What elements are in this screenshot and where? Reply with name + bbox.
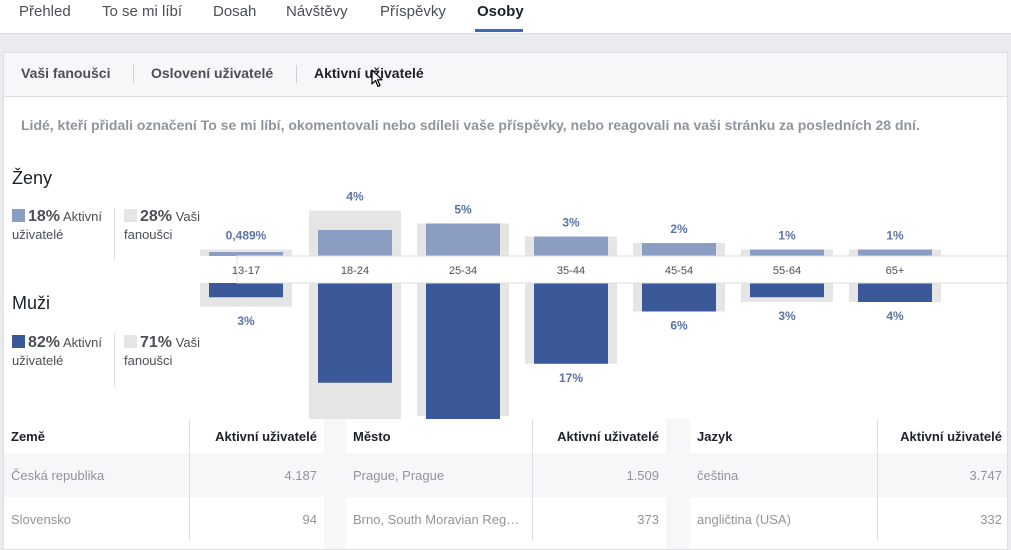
age-tick-label: 45-54 [665, 265, 693, 277]
column-header-active-users[interactable]: Aktivní uživatelé [532, 419, 666, 453]
table-row: angličtina (USA) 332 [690, 497, 1007, 541]
language-table: Jazyk Aktivní uživatelé čeština 3.747 an… [690, 419, 1007, 549]
tab-likes[interactable]: To se mi líbí [102, 3, 182, 20]
row-name: čeština [697, 467, 739, 483]
active-tab-indicator [475, 29, 523, 32]
women-bar [209, 252, 283, 256]
age-tick-label: 55-64 [773, 265, 801, 277]
table-header: Jazyk Aktivní uživatelé [690, 419, 1007, 454]
women-value-label: 5% [454, 203, 472, 217]
tab-people[interactable]: Osoby [477, 3, 524, 20]
men-bar [426, 283, 500, 419]
men-bar [858, 283, 932, 302]
age-tick-label: 25-34 [449, 265, 477, 277]
men-value-label: 3% [778, 309, 796, 323]
women-value-label: 1% [778, 229, 796, 243]
column-header-city[interactable]: Město [346, 419, 532, 453]
row-value: 3.747 [877, 453, 1007, 497]
row-name: Brno, South Moravian Reg… [353, 511, 520, 527]
women-bar [534, 236, 608, 256]
women-bar [750, 249, 824, 256]
men-bar [318, 283, 392, 383]
tab-reach[interactable]: Dosah [213, 3, 256, 20]
women-bar [858, 249, 932, 256]
age-tick-label: 65+ [886, 265, 905, 277]
column-header-language[interactable]: Jazyk [690, 419, 877, 453]
row-value: 373 [532, 497, 666, 541]
table-row: čeština 3.747 [690, 453, 1007, 497]
women-bar [426, 223, 500, 256]
men-bar [642, 283, 716, 312]
women-value-label: 2% [670, 222, 688, 236]
people-panel: Vaši fanoušci Oslovení uživatelé Aktivní… [3, 52, 1008, 550]
women-bar [318, 230, 392, 256]
men-bar [209, 283, 283, 298]
column-header-country[interactable]: Země [4, 419, 189, 453]
table-header: Země Aktivní uživatelé [4, 419, 324, 454]
table-header: Město Aktivní uživatelé [346, 419, 666, 454]
column-header-active-users[interactable]: Aktivní uživatelé [189, 419, 324, 453]
row-value: 1.509 [532, 453, 666, 497]
row-name: angličtina (USA) [697, 511, 791, 527]
row-name: Česká republika [11, 467, 105, 483]
top-navigation: Přehled To se mi líbí Dosah Návštěvy Pří… [0, 0, 1011, 34]
table-row: Brno, South Moravian Reg… 373 [346, 497, 666, 541]
men-bar [750, 283, 824, 298]
women-value-label: 3% [562, 216, 580, 230]
table-row: Česká republika 4.187 [4, 453, 324, 497]
table-gap [666, 419, 690, 549]
tab-posts[interactable]: Příspěvky [380, 3, 446, 20]
table-row: Prague, Prague 1.509 [346, 453, 666, 497]
row-name: Slovensko [11, 511, 71, 527]
men-value-label: 6% [670, 319, 688, 333]
women-value-label: 1% [886, 229, 904, 243]
row-value: 332 [877, 497, 1007, 541]
country-table: Země Aktivní uživatelé Česká republika 4… [4, 419, 324, 549]
age-tick-label: 18-24 [341, 265, 369, 277]
age-gender-chart: 0,489%3%4%21%5%29%3%17%2%6%1%3%1%4%13-17… [200, 190, 1007, 419]
men-value-label: 17% [559, 371, 583, 385]
city-table: Město Aktivní uživatelé Prague, Prague 1… [346, 419, 666, 549]
row-value: 94 [189, 497, 324, 541]
men-value-label: 3% [237, 314, 255, 328]
tab-visits[interactable]: Návštěvy [286, 3, 348, 20]
women-bar [642, 243, 716, 256]
age-tick-label: 35-44 [557, 265, 585, 277]
row-value: 4.187 [189, 453, 324, 497]
women-value-label: 0,489% [226, 229, 267, 243]
men-value-label: 4% [886, 309, 904, 323]
table-row: Slovensko 94 [4, 497, 324, 541]
column-header-active-users[interactable]: Aktivní uživatelé [877, 419, 1007, 453]
row-name: Prague, Prague [353, 467, 445, 483]
men-bar [534, 283, 608, 364]
table-gap [324, 419, 346, 549]
age-tick-label: 13-17 [232, 265, 260, 277]
women-value-label: 4% [346, 190, 364, 204]
tab-prehled[interactable]: Přehled [19, 3, 71, 20]
